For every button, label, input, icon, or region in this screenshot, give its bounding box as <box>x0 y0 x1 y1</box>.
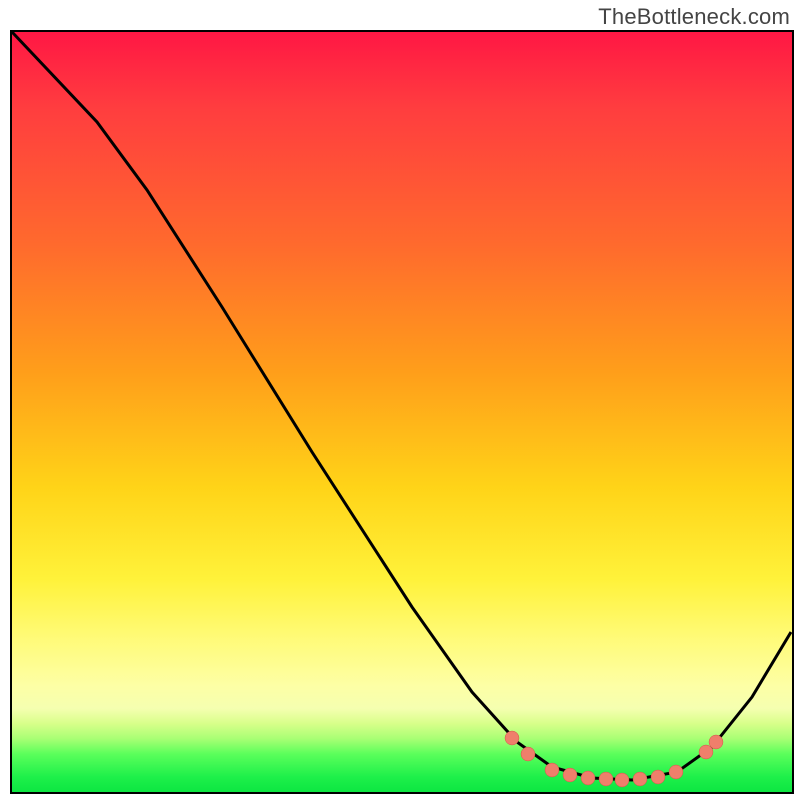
curve-marker <box>651 770 665 784</box>
curve-marker <box>581 771 595 785</box>
curve-marker <box>521 747 535 761</box>
curve-marker <box>505 731 519 745</box>
curve-marker <box>599 772 613 786</box>
bottleneck-curve <box>12 32 791 780</box>
curve-marker <box>563 768 577 782</box>
chart-root: TheBottleneck.com <box>0 0 800 800</box>
curve-marker <box>669 765 683 779</box>
curve-marker <box>545 763 559 777</box>
watermark: TheBottleneck.com <box>598 4 790 30</box>
curve-layer <box>12 32 792 792</box>
curve-marker <box>709 735 723 749</box>
curve-marker <box>615 773 629 787</box>
chart-frame <box>10 30 794 794</box>
curve-marker <box>633 772 647 786</box>
